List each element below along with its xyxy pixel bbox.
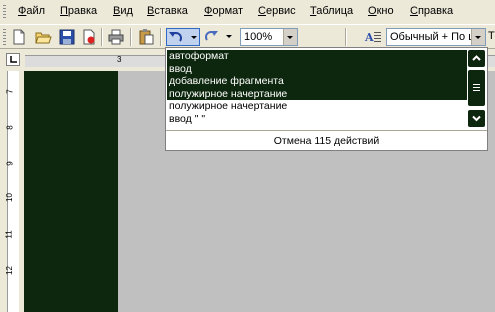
menu-file[interactable]: Файл (18, 5, 45, 17)
styles-formatting-icon: A (364, 31, 381, 44)
save-button[interactable] (58, 28, 76, 46)
ruler-number: 8 (5, 125, 15, 130)
undo-arrow-icon (169, 32, 182, 42)
zoom-combo[interactable]: 100% (240, 28, 298, 46)
ruler-number: 7 (5, 89, 15, 94)
scroll-down-button[interactable] (468, 110, 485, 127)
style-dropdown-button[interactable] (471, 29, 485, 45)
left-tab-icon (10, 56, 17, 63)
ruler-number: 10 (4, 193, 14, 202)
chevron-up-icon (472, 55, 481, 61)
ruler-strip (7, 71, 19, 312)
menu-view[interactable]: Вид (113, 5, 133, 17)
menu-help[interactable]: Справка (410, 5, 453, 17)
undo-history-list: автоформат ввод добавление фрагмента пол… (167, 50, 467, 125)
undo-history-item[interactable]: полужирное начертание (167, 87, 467, 100)
scroll-thumb[interactable] (468, 70, 485, 106)
printer-icon (108, 29, 124, 45)
zoom-value: 100% (244, 31, 273, 43)
menu-tools[interactable]: Сервис (258, 5, 296, 17)
ruler-number: 12 (4, 266, 14, 275)
undo-history-item[interactable]: автоформат (167, 50, 467, 63)
clipboard-icon (139, 29, 154, 45)
chevron-down-icon (287, 36, 293, 39)
menu-bar: Файл Правка Вид Вставка Формат Сервис Та… (0, 0, 495, 24)
tab-selector[interactable] (6, 53, 20, 66)
toolbar-grip[interactable] (3, 29, 6, 45)
menu-table[interactable]: Таблица (310, 5, 353, 17)
ruler-number: 11 (4, 230, 14, 239)
vertical-ruler: 7 8 9 10 11 12 (0, 71, 24, 312)
grip-lines-icon (473, 84, 480, 91)
font-combo-partial[interactable]: T (488, 30, 495, 42)
ruler-number: 3 (117, 55, 122, 64)
permission-button[interactable] (80, 28, 98, 46)
zoom-dropdown-button[interactable] (283, 29, 297, 45)
undo-count-label: Отмена 115 действий (166, 130, 487, 151)
paste-button[interactable] (137, 28, 155, 46)
redo-button[interactable] (202, 28, 236, 46)
undo-history-item[interactable]: ввод " " (167, 113, 467, 126)
menu-insert[interactable]: Вставка (147, 5, 188, 17)
toolbar-separator (345, 28, 347, 46)
svg-text:A: A (364, 31, 374, 44)
undo-history-item[interactable]: добавление фрагмента (167, 75, 467, 88)
toolbar-separator (160, 28, 162, 46)
ruler-number: 9 (5, 161, 15, 166)
folder-open-icon (35, 32, 52, 44)
undo-dropdown-arrow-icon[interactable] (191, 36, 197, 39)
dropdown-scrollbar[interactable] (468, 50, 485, 127)
standard-toolbar: 100% A Обычный + По ц T (0, 24, 495, 49)
undo-history-dropdown: автоформат ввод добавление фрагмента пол… (165, 47, 488, 151)
menu-window[interactable]: Окно (368, 5, 394, 17)
new-document-button[interactable] (10, 28, 28, 46)
style-combo[interactable]: Обычный + По ц (386, 28, 486, 46)
styles-pane-button[interactable]: A (364, 28, 382, 46)
floppy-disk-icon (59, 29, 75, 45)
document-page-selected[interactable] (24, 71, 118, 312)
toolbar-separator (130, 28, 132, 46)
undo-history-item[interactable]: полужирное начертание (167, 100, 467, 113)
undo-button[interactable] (166, 28, 200, 46)
menu-edit[interactable]: Правка (60, 5, 97, 17)
menubar-grip[interactable] (3, 5, 6, 19)
open-button[interactable] (34, 28, 52, 46)
chevron-down-icon (472, 115, 481, 122)
toolbar-separator (101, 28, 103, 46)
new-document-icon (13, 29, 25, 45)
redo-arrow-icon (205, 31, 218, 41)
redo-dropdown-arrow-icon[interactable] (226, 35, 232, 38)
undo-history-item[interactable]: ввод (167, 62, 467, 75)
chevron-down-icon (475, 36, 481, 39)
style-value: Обычный + По ц (390, 31, 475, 43)
menu-format[interactable]: Формат (204, 5, 243, 17)
document-lock-icon (83, 29, 95, 45)
print-button[interactable] (107, 28, 125, 46)
scroll-up-button[interactable] (468, 50, 485, 67)
